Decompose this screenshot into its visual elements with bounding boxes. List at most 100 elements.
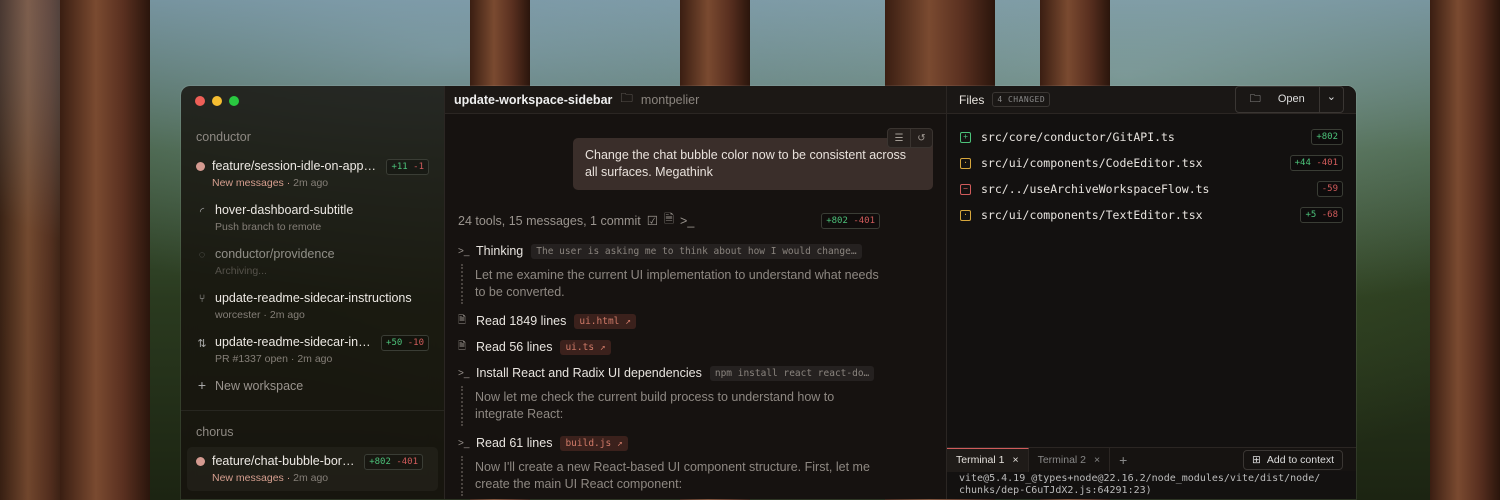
diff-badge: +11 -1: [386, 159, 429, 175]
close-tab-icon[interactable]: ×: [1012, 454, 1018, 466]
workspace-item[interactable]: ◜ hover-dashboard-subtitle Push branch t…: [181, 196, 444, 240]
repo-group-label: chorus: [196, 425, 234, 439]
plus-icon: +: [197, 377, 207, 393]
unread-dot-icon: [196, 162, 205, 171]
add-to-context-button[interactable]: ⊞ Add to context: [1243, 449, 1343, 470]
add-to-context-label: Add to context: [1266, 453, 1334, 466]
assistant-note: Let me examine the current UI implementa…: [461, 264, 880, 304]
background-tree: [60, 0, 150, 500]
file-row[interactable]: · src/ui/components/CodeEditor.tsx +44 -40…: [947, 150, 1356, 176]
unread-dot-icon: [196, 457, 205, 466]
step-label: Read 61 lines: [476, 436, 553, 450]
additions: +11: [391, 162, 408, 172]
workspace-time: 2m ago: [293, 177, 329, 189]
open-dropdown-chevron-icon[interactable]: ⌄: [1318, 87, 1343, 112]
diff-badge: +44 -401: [1289, 155, 1343, 171]
workspace-time: 2m ago: [293, 472, 329, 484]
thinking-step[interactable]: >_ Thinking The user is asking me to think…: [458, 238, 880, 264]
sidebar: conductor feature/session-idle-on-app-… …: [181, 86, 444, 499]
workspace-item[interactable]: ⑂ update-readme-sidecar-instructions wor…: [181, 284, 444, 328]
file-modified-icon: ·: [960, 157, 971, 169]
new-terminal-button[interactable]: +: [1110, 448, 1136, 472]
open-button-group: 🗀 Open ⌄: [1234, 86, 1344, 113]
file-link[interactable]: ui.html ↗: [574, 313, 636, 329]
file-link[interactable]: ui.ts ↗: [560, 339, 611, 355]
files-title: Files: [959, 92, 985, 107]
workspace-title: conductor/providence: [215, 247, 335, 261]
new-workspace-button[interactable]: + New workspace: [181, 372, 444, 400]
workspace-time: 2m ago: [269, 309, 305, 321]
terminal-line: vite@5.4.19_@types+node@22.16.2/node_mod…: [959, 473, 1321, 484]
files-panel: Files 4 CHANGED 🗀 Open ⌄ + src/core/condu…: [946, 86, 1356, 499]
terminal-icon: >_: [458, 245, 470, 257]
open-label: Open: [1277, 93, 1305, 105]
workspace-item[interactable]: ◌ conductor/providence Archiving...: [181, 240, 444, 284]
tab-label: Terminal 2: [1037, 453, 1087, 466]
files-header: Files 4 CHANGED 🗀 Open ⌄: [947, 86, 1356, 114]
step-label: Read 56 lines: [476, 340, 553, 354]
close-tab-icon[interactable]: ×: [1094, 454, 1100, 466]
file-row[interactable]: − src/../useArchiveWorkspaceFlow.ts -59: [947, 176, 1356, 202]
file-modified-icon: ·: [960, 209, 971, 221]
file-link[interactable]: build.js ↗: [560, 435, 628, 451]
additions: +802: [1316, 132, 1338, 142]
deletions: -401: [396, 457, 418, 467]
tab-terminal-1[interactable]: Terminal 1 ×: [947, 447, 1029, 472]
minimize-window-button[interactable]: [212, 96, 222, 106]
diff-badge: +802 -401: [364, 454, 423, 470]
file-path: src/ui/components/CodeEditor.tsx: [981, 156, 1203, 170]
file-icon: 🗎: [458, 314, 467, 326]
workspace-status: New messages: [212, 177, 284, 189]
file-path: src/../useArchiveWorkspaceFlow.ts: [981, 182, 1210, 196]
workspace-item[interactable]: feature/chat-bubble-border New messages …: [187, 447, 438, 491]
changed-count-badge: 4 CHANGED: [992, 92, 1051, 107]
tab-label: Terminal 1: [956, 454, 1005, 466]
diff-badge: +802 -401: [821, 212, 880, 229]
file-path: src/core/conductor/GitAPI.ts: [981, 130, 1175, 144]
workspace-status: Push branch to remote: [215, 221, 322, 233]
additions: +5: [1305, 210, 1317, 220]
file-path: src/ui/components/TextEditor.tsx: [981, 208, 1203, 222]
outline-icon[interactable]: ☰: [888, 129, 910, 147]
file-icon: 🗎: [458, 340, 467, 352]
deletions: -401: [1316, 158, 1338, 168]
thinking-preview: The user is asking me to think about how…: [531, 243, 862, 259]
read-step[interactable]: >_ Read 61 lines build.js ↗: [458, 430, 880, 456]
bash-step[interactable]: >_ Install React and Radix UI dependencie…: [458, 360, 880, 386]
user-message-bubble: Change the chat bubble color now to be c…: [573, 138, 933, 190]
read-step[interactable]: 🗎 Read 56 lines ui.ts ↗: [458, 334, 880, 360]
maximize-window-button[interactable]: [229, 96, 239, 106]
workspace-title: hover-dashboard-subtitle: [215, 203, 354, 217]
deletions: -59: [1321, 184, 1338, 194]
app-window: conductor feature/session-idle-on-app-… …: [180, 85, 1357, 500]
deletions: -1: [413, 162, 424, 172]
workspace-title: feature/chat-bubble-border: [212, 454, 358, 468]
turn-summary[interactable]: 24 tools, 15 messages, 1 commit ☑ 🗎 >_ +…: [458, 210, 880, 231]
file-row[interactable]: + src/core/conductor/GitAPI.ts +802: [947, 124, 1356, 150]
new-workspace-label: New workspace: [215, 379, 304, 393]
deletions: -68: [1321, 210, 1338, 220]
file-row[interactable]: · src/ui/components/TextEditor.tsx +5 -68: [947, 202, 1356, 228]
git-branch-icon: ⑂: [198, 293, 206, 305]
summary-text: 24 tools, 15 messages, 1 commit: [458, 213, 641, 228]
folder-icon: 🗀: [620, 91, 633, 105]
terminal-output[interactable]: vite@5.4.19_@types+node@22.16.2/node_mod…: [959, 473, 1320, 497]
open-button[interactable]: 🗀 Open: [1236, 87, 1319, 112]
step-label: Thinking: [476, 244, 524, 258]
close-window-button[interactable]: [195, 96, 205, 106]
assistant-note: Now I'll create a new React-based UI com…: [461, 456, 880, 496]
workspace-item[interactable]: ⇅ update-readme-sidecar-ins… PR #1337 op…: [181, 328, 444, 372]
tab-terminal-2[interactable]: Terminal 2 ×: [1029, 447, 1111, 472]
add-comment-icon: ⊞: [1252, 453, 1261, 466]
additions: +802: [369, 457, 391, 467]
workspace-location: montpelier: [640, 92, 700, 107]
revert-icon[interactable]: ↺: [910, 129, 932, 147]
deletions: -10: [407, 338, 424, 348]
workspace-title: update-readme-sidecar-instructions: [215, 291, 412, 305]
workspace-item[interactable]: feature/session-idle-on-app-… New messag…: [181, 152, 444, 196]
assistant-note: Now let me check the current build proce…: [461, 386, 880, 426]
file-deleted-icon: −: [960, 183, 971, 195]
workspace-location: worcester: [215, 309, 261, 321]
read-step[interactable]: 🗎 Read 1849 lines ui.html ↗: [458, 308, 880, 334]
folder-icon: 🗀: [1249, 93, 1261, 105]
